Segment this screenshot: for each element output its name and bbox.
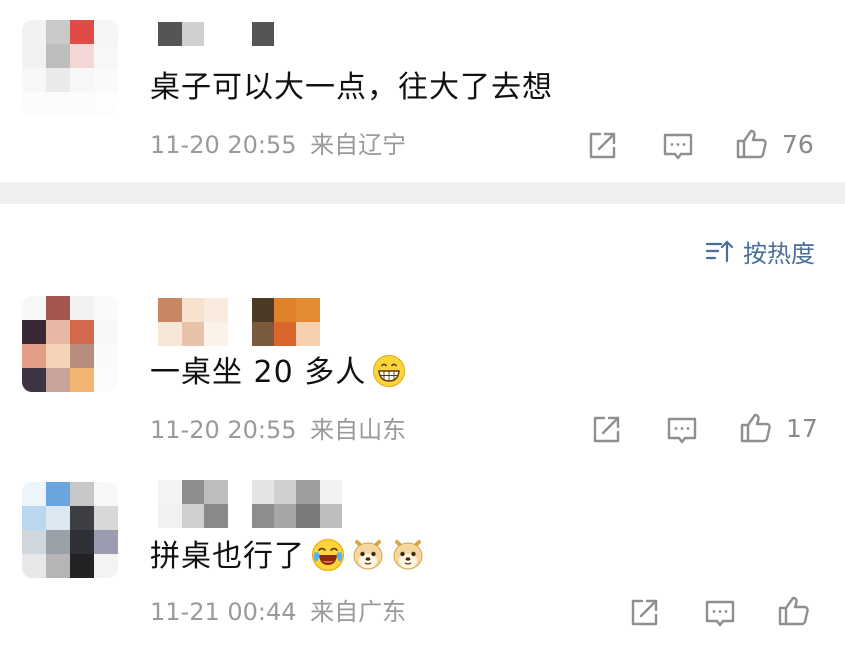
like-count: 17 — [786, 414, 818, 443]
like-icon — [778, 596, 809, 626]
comment-icon — [667, 417, 697, 444]
comment-location: 来自广东 — [310, 598, 407, 626]
avatar[interactable] — [22, 20, 118, 116]
comment-text: 一桌坐 20 多人 — [150, 354, 406, 391]
comment-meta: 11-21 00:44 来自广东 — [150, 598, 406, 626]
like-button[interactable] — [738, 410, 774, 446]
like-icon — [740, 413, 771, 443]
grin-emoji — [372, 354, 406, 388]
comment-text-content: 拼桌也行了 — [150, 539, 305, 574]
comment-location: 来自辽宁 — [310, 131, 407, 159]
username[interactable] — [158, 480, 342, 528]
avatar[interactable] — [22, 482, 118, 578]
comment-time: 11-20 20:55 — [150, 131, 297, 159]
like-button[interactable] — [734, 126, 770, 162]
like-button[interactable] — [776, 593, 812, 629]
comment-meta: 11-20 20:55 来自山东 — [150, 416, 406, 444]
comment-text: 拼桌也行了 — [150, 538, 425, 575]
share-icon — [593, 416, 620, 443]
like-icon — [736, 129, 767, 159]
username[interactable] — [158, 298, 320, 346]
avatar[interactable] — [22, 296, 118, 392]
like-count: 76 — [782, 130, 814, 159]
share-button[interactable] — [626, 595, 662, 631]
comment-time: 11-21 00:44 — [150, 598, 297, 626]
reply-button[interactable] — [664, 412, 700, 448]
comment-text: 桌子可以大一点，往大了去想 — [150, 70, 553, 105]
username[interactable] — [158, 22, 274, 46]
comment-location: 来自山东 — [310, 416, 407, 444]
doge-emoji — [351, 538, 385, 572]
section-divider — [0, 182, 845, 204]
reply-button[interactable] — [702, 595, 738, 631]
reply-button[interactable] — [660, 128, 696, 164]
comment-text-content: 一桌坐 20 多人 — [150, 355, 367, 390]
comment-item: 桌子可以大一点，往大了去想 11-20 20:55 来自辽宁 76 — [0, 0, 845, 182]
sort-icon — [705, 240, 734, 263]
share-icon — [589, 132, 616, 159]
comment-page: 桌子可以大一点，往大了去想 11-20 20:55 来自辽宁 76 按热度 一桌… — [0, 0, 845, 657]
share-icon — [631, 599, 658, 626]
sort-by-hot-button[interactable]: 按热度 — [705, 234, 815, 268]
doge-emoji — [391, 538, 425, 572]
comment-meta: 11-20 20:55 来自辽宁 — [150, 131, 406, 159]
comment-item: 拼桌也行了 11-21 00:44 来自广东 — [0, 470, 845, 657]
laugh-cry-emoji — [311, 538, 345, 572]
comment-icon — [663, 133, 693, 160]
comment-item: 一桌坐 20 多人 11-20 20:55 来自山东 17 — [0, 290, 845, 470]
comment-time: 11-20 20:55 — [150, 416, 297, 444]
share-button[interactable] — [584, 128, 620, 164]
comment-icon — [705, 600, 735, 627]
sort-label: 按热度 — [743, 239, 815, 268]
share-button[interactable] — [588, 412, 624, 448]
